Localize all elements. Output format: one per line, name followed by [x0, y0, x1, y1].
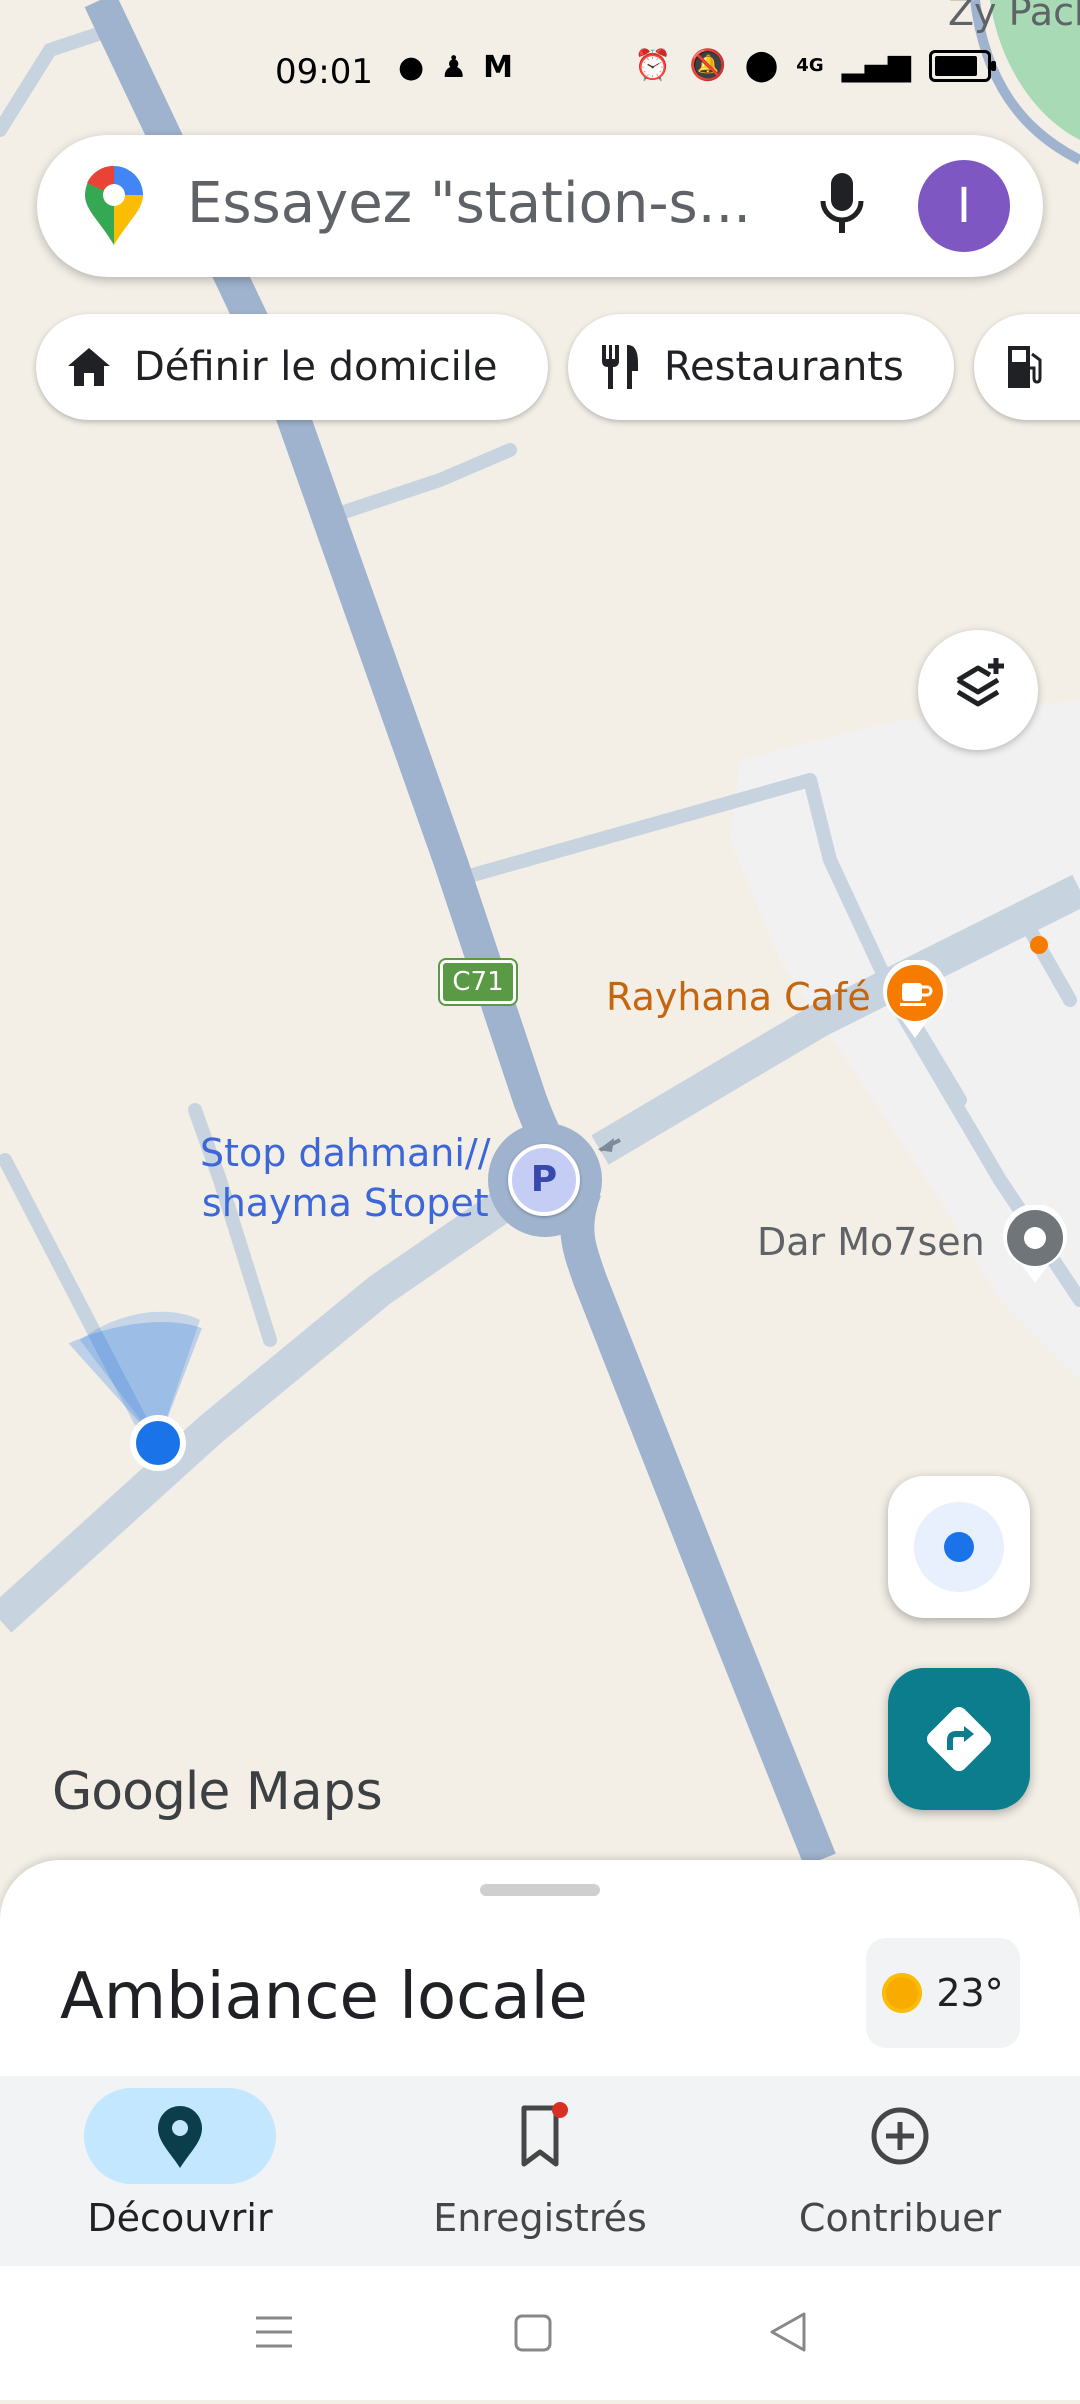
- chip-gas-station[interactable]: [974, 314, 1080, 420]
- chip-label: Définir le domicile: [134, 344, 498, 390]
- directions-icon: [926, 1706, 992, 1772]
- google-maps-watermark: Google Maps: [52, 1762, 383, 1822]
- snapchat-icon: ♟: [440, 50, 468, 85]
- place-label-rayhana-cafe[interactable]: Rayhana Café: [606, 975, 871, 1019]
- explore-pin-icon: [140, 2100, 220, 2176]
- back-triangle-icon[interactable]: [770, 2312, 806, 2352]
- chip-set-home[interactable]: Définir le domicile: [36, 314, 548, 420]
- chip-label: Restaurants: [664, 344, 904, 390]
- place-label-corner[interactable]: Zy Pack: [948, 0, 1080, 34]
- search-input[interactable]: Essayez "station-s...: [187, 171, 751, 236]
- gas-station-icon: [1004, 344, 1048, 390]
- place-label-stop-dahmani[interactable]: Stop dahmani// shayma Stopet: [200, 1128, 491, 1228]
- nav-item-decouvrir[interactable]: Découvrir: [0, 2076, 360, 2266]
- status-time: 09:01: [275, 52, 373, 92]
- gmail-icon: M: [483, 50, 513, 85]
- parking-icon[interactable]: P: [508, 1144, 580, 1216]
- nav-label: Enregistrés: [433, 2196, 647, 2240]
- home-icon: [66, 346, 112, 388]
- road-badge: C71: [438, 958, 518, 1006]
- mute-icon: 🔕: [689, 48, 727, 83]
- google-maps-pin-icon: [79, 165, 149, 251]
- place-label-dar-mo7sen[interactable]: Dar Mo7sen: [757, 1220, 985, 1264]
- weather-badge[interactable]: 23°: [866, 1938, 1020, 2048]
- layers-icon: [956, 658, 1004, 707]
- avatar[interactable]: I: [918, 160, 1010, 252]
- directions-button[interactable]: [888, 1668, 1030, 1810]
- search-bar[interactable]: Essayez "station-s... I: [37, 135, 1043, 277]
- bottom-nav: Découvrir Enregistrés Contribuer: [0, 2076, 1080, 2266]
- home-square-icon[interactable]: [514, 2314, 552, 2352]
- location-icon: ⬤: [744, 48, 779, 83]
- nav-label: Contribuer: [798, 2196, 1002, 2240]
- my-location-icon: [914, 1502, 1004, 1592]
- nav-label: Découvrir: [87, 2196, 273, 2240]
- 4g-icon: 4G: [796, 55, 824, 76]
- chat-bubble-icon: ●: [398, 50, 425, 85]
- coffee-icon[interactable]: [880, 958, 950, 1044]
- sheet-title: Ambiance locale: [60, 1960, 588, 2034]
- system-nav-bar: [0, 2266, 1080, 2400]
- signal-icon: ▂▄▆: [841, 48, 911, 83]
- alarm-icon: ⏰: [634, 48, 672, 83]
- weather-temp: 23°: [936, 1971, 1004, 2015]
- layers-button[interactable]: [918, 630, 1038, 750]
- add-circle-icon: [860, 2100, 940, 2176]
- microphone-icon[interactable]: [817, 169, 867, 245]
- sheet-drag-handle[interactable]: [480, 1884, 600, 1896]
- battery-icon: [928, 49, 996, 82]
- sun-icon: [882, 1973, 923, 2013]
- restaurant-icon: [598, 343, 642, 391]
- nav-item-contribuer[interactable]: Contribuer: [720, 2076, 1080, 2266]
- bottom-sheet[interactable]: Ambiance locale 23°: [0, 1860, 1080, 2080]
- place-pin-icon[interactable]: [1000, 1203, 1070, 1289]
- my-location-button[interactable]: [888, 1476, 1030, 1618]
- menu-icon[interactable]: [256, 2316, 292, 2348]
- status-bar: 09:01 ● ♟ M ⏰ 🔕 ⬤ 4G ▂▄▆: [0, 40, 1080, 100]
- nav-item-enregistres[interactable]: Enregistrés: [360, 2076, 720, 2266]
- chip-restaurants[interactable]: Restaurants: [568, 314, 954, 420]
- bookmark-icon: [500, 2100, 580, 2176]
